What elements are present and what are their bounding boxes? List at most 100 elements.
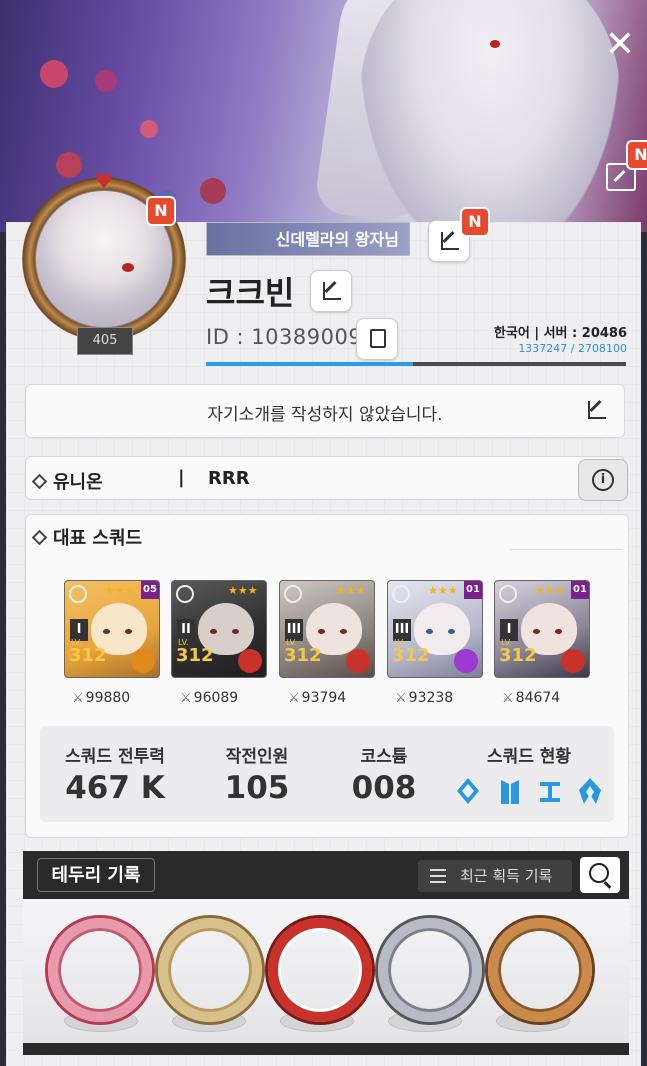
pilgrim-icon <box>577 776 603 806</box>
card-level: 312 <box>69 645 107 666</box>
level-tag: 405 <box>77 327 133 355</box>
frame-record-title: 테두리 기록 <box>37 858 155 892</box>
card-level: 312 <box>176 645 214 666</box>
fire-element-icon <box>238 649 262 673</box>
zoom-button[interactable] <box>580 857 620 893</box>
union-label-wrap: 유니온 <box>31 468 103 494</box>
self-intro-box[interactable]: 자기소개를 작성하지 않았습니다. <box>25 384 625 438</box>
elysion-icon <box>455 776 481 806</box>
list-icon <box>430 869 446 883</box>
copy-id-button[interactable] <box>356 318 398 360</box>
edit-nickname-button[interactable] <box>310 270 352 312</box>
star-rating: ★★★ <box>105 584 135 597</box>
class-icon <box>69 585 87 603</box>
fire-element-icon <box>561 649 585 673</box>
card-power: ⚔ 96089 <box>180 690 238 706</box>
iron-element-icon <box>131 649 155 673</box>
character-eye <box>490 40 500 48</box>
star-rating: ★★★ <box>535 584 565 597</box>
card-power: ⚔ 99880 <box>72 690 130 706</box>
class-icon <box>284 585 302 603</box>
gold-laurel-frame[interactable] <box>488 918 592 1022</box>
zoom-in-icon <box>589 863 609 883</box>
squad-card[interactable]: ★★★ 01 III LV. 312 <box>387 580 483 678</box>
squad-power-value: 467 K <box>65 770 165 806</box>
star-rating: ★★★ <box>428 584 458 597</box>
swords-icon: ⚔ <box>288 691 300 706</box>
character-eye <box>210 629 217 634</box>
squad-label: 대표 스쿼드 <box>53 528 143 549</box>
recent-acquired-button[interactable]: 최근 획득 기록 <box>418 860 572 892</box>
card-power: ⚔ 93794 <box>288 690 346 706</box>
avatar-eye <box>122 263 134 272</box>
new-badge: N <box>626 140 647 170</box>
heart-icon: ♥ <box>95 169 113 193</box>
costume-label: 코스튬 <box>360 747 408 767</box>
character-illustration <box>360 0 620 232</box>
class-icon <box>392 585 410 603</box>
balloon-decoration <box>95 70 117 92</box>
character-eye <box>318 629 325 634</box>
nickname: 크크빈 <box>206 274 295 312</box>
card-power: ⚔ 93238 <box>395 690 453 706</box>
class-icon <box>499 585 517 603</box>
balloon-decoration <box>140 120 158 138</box>
squad-power-label: 스쿼드 전투력 <box>65 747 165 767</box>
card-power-value: 84674 <box>515 690 561 706</box>
squad-card[interactable]: ★★★ III LV. 312 <box>279 580 375 678</box>
self-intro-text: 자기소개를 작성하지 않았습니다. <box>207 405 443 425</box>
copy-icon <box>366 326 386 348</box>
red-cat-frame[interactable] <box>268 918 372 1022</box>
gallery-floor <box>23 1043 629 1055</box>
balloon-decoration <box>40 60 68 88</box>
exp-bar <box>206 362 626 366</box>
card-level: 312 <box>284 645 322 666</box>
star-rating: ★★★ <box>228 584 258 597</box>
server-info: 한국어 | 서버 : 20486 <box>493 326 627 341</box>
card-power: ⚔ 84674 <box>502 690 560 706</box>
squad-card[interactable]: ★★★ 05 I LV. 312 <box>64 580 160 678</box>
card-power-value: 93794 <box>301 690 347 706</box>
swords-icon: ⚔ <box>502 691 514 706</box>
ops-label: 작전인원 <box>225 747 289 767</box>
squad-label-wrap: 대표 스쿼드 <box>31 524 143 550</box>
title-nameplate[interactable]: 신데렐라의 왕자님 <box>206 222 410 256</box>
union-name[interactable]: RRR <box>208 468 250 489</box>
character-eye <box>426 629 433 634</box>
diamond-icon <box>31 529 48 545</box>
info-icon: i <box>592 469 614 491</box>
diamond-icon <box>31 473 48 489</box>
class-icon <box>176 585 194 603</box>
character-eye <box>125 629 132 634</box>
card-level: 312 <box>392 645 430 666</box>
recent-acquired-label: 최근 획득 기록 <box>460 867 553 885</box>
star-rating: ★★★ <box>336 584 366 597</box>
missilis-icon <box>497 776 523 806</box>
character-eye <box>555 629 562 634</box>
character-eye <box>232 629 239 634</box>
character-eye <box>103 629 110 634</box>
pink-ribbon-frame[interactable] <box>48 918 152 1022</box>
card-level: 312 <box>499 645 537 666</box>
divider <box>510 549 622 550</box>
squad-card[interactable]: ★★★ 01 I LV. 312 <box>494 580 590 678</box>
new-badge: N <box>460 207 490 237</box>
close-icon[interactable]: ✕ <box>603 27 637 63</box>
union-info-button[interactable]: i <box>578 459 628 501</box>
union-separator: | <box>178 467 185 488</box>
swords-icon: ⚔ <box>395 691 407 706</box>
card-power-value: 99880 <box>85 690 131 706</box>
edit-icon <box>441 232 459 250</box>
union-row: 유니온 | RRR <box>25 456 625 500</box>
costume-value: 008 <box>351 770 417 806</box>
user-id: ID : 10389009 <box>206 325 363 349</box>
straw-hat-frame[interactable] <box>158 918 262 1022</box>
tetra-icon <box>537 776 563 806</box>
silver-frame[interactable] <box>378 918 482 1022</box>
squad-card[interactable]: ★★★ II LV. 312 <box>171 580 267 678</box>
edit-icon[interactable] <box>588 401 606 419</box>
balloon-decoration <box>200 178 226 204</box>
dupe-badge: 01 <box>571 581 589 599</box>
character-eye <box>448 629 455 634</box>
electric-element-icon <box>454 649 478 673</box>
